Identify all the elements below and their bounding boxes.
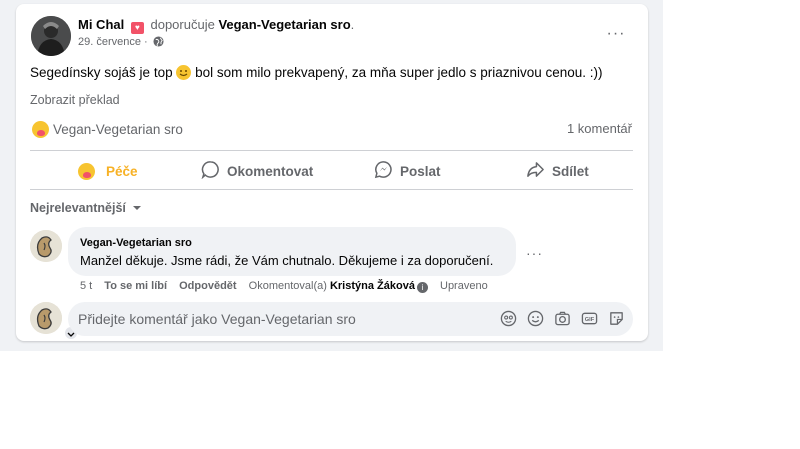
- camera-icon[interactable]: [554, 310, 571, 327]
- divider: [30, 150, 633, 151]
- commenter-avatar[interactable]: [30, 230, 62, 262]
- post-meta: 29. července ·: [78, 36, 164, 50]
- emoji-icon[interactable]: [527, 310, 544, 327]
- see-translation-link[interactable]: Zobrazit překlad: [30, 93, 120, 107]
- reactor-name: Vegan-Vegetarian sro: [53, 122, 183, 137]
- composer-avatar[interactable]: [30, 302, 62, 334]
- comment-author[interactable]: Vegan-Vegetarian sro: [80, 237, 192, 249]
- svg-text:GIF: GIF: [585, 317, 595, 323]
- post-date[interactable]: 29. července: [78, 36, 141, 48]
- comment-composer: GIF: [68, 302, 633, 336]
- comment-text: Manžel děkuje. Jsme rádi, že Vám chutnal…: [80, 253, 494, 268]
- post-header: Mi Chal ♥ doporučuje Vegan-Vegetarian sr…: [78, 17, 355, 34]
- messenger-icon: [374, 160, 393, 182]
- comment-reply-button[interactable]: Odpovědět: [179, 280, 236, 292]
- comment-bubble-icon: [201, 160, 220, 182]
- comment-more-options-button[interactable]: ···: [526, 245, 543, 261]
- comment-button[interactable]: Okomentovat: [201, 157, 313, 185]
- author-avatar[interactable]: [31, 16, 71, 56]
- post-text: Segedínsky sojáš je top bol som milo pre…: [30, 65, 603, 80]
- share-arrow-icon: [526, 160, 545, 182]
- comment-time[interactable]: 5 t: [80, 280, 92, 292]
- gif-icon[interactable]: GIF: [581, 310, 598, 327]
- post-more-options-button[interactable]: ···: [601, 24, 631, 44]
- comment-count[interactable]: 1 komentář: [567, 121, 632, 136]
- avatar-sticker-icon[interactable]: [500, 310, 517, 327]
- comment-sort-dropdown[interactable]: Nejrelevantnější: [30, 201, 142, 215]
- share-button[interactable]: Sdílet: [526, 157, 589, 185]
- sticker-icon[interactable]: [608, 310, 625, 327]
- care-reaction-button[interactable]: Péče: [78, 157, 138, 185]
- divider: [30, 189, 633, 190]
- commented-by: Okomentoval(a) Kristýna Žáková i: [249, 280, 428, 293]
- caret-down-icon: [129, 201, 142, 215]
- comment-meta: 5 t To se mi líbí Odpovědět Okomentoval(…: [80, 280, 497, 293]
- comment-like-button[interactable]: To se mi líbí: [104, 280, 167, 292]
- globe-icon: [153, 36, 164, 50]
- send-button[interactable]: Poslat: [374, 157, 441, 185]
- smile-emoji-icon: [176, 65, 192, 80]
- page-name-link[interactable]: Vegan-Vegetarian sro: [218, 17, 350, 32]
- edited-label: Upraveno: [440, 280, 488, 292]
- author-name[interactable]: Mi Chal: [78, 17, 124, 32]
- comment-bubble: Vegan-Vegetarian sro Manžel děkuje. Jsme…: [68, 227, 516, 276]
- recommend-verb: doporučuje: [150, 17, 215, 32]
- care-reaction-icon: [32, 121, 49, 138]
- recommend-heart-icon: ♥: [130, 22, 144, 34]
- comment-input[interactable]: [78, 302, 478, 336]
- post-card: Mi Chal ♥ doporučuje Vegan-Vegetarian sr…: [16, 4, 648, 341]
- info-icon[interactable]: i: [416, 282, 428, 293]
- composer-toolbar: GIF: [500, 310, 625, 327]
- reactions-summary[interactable]: Vegan-Vegetarian sro: [32, 121, 183, 138]
- care-icon: [78, 162, 95, 180]
